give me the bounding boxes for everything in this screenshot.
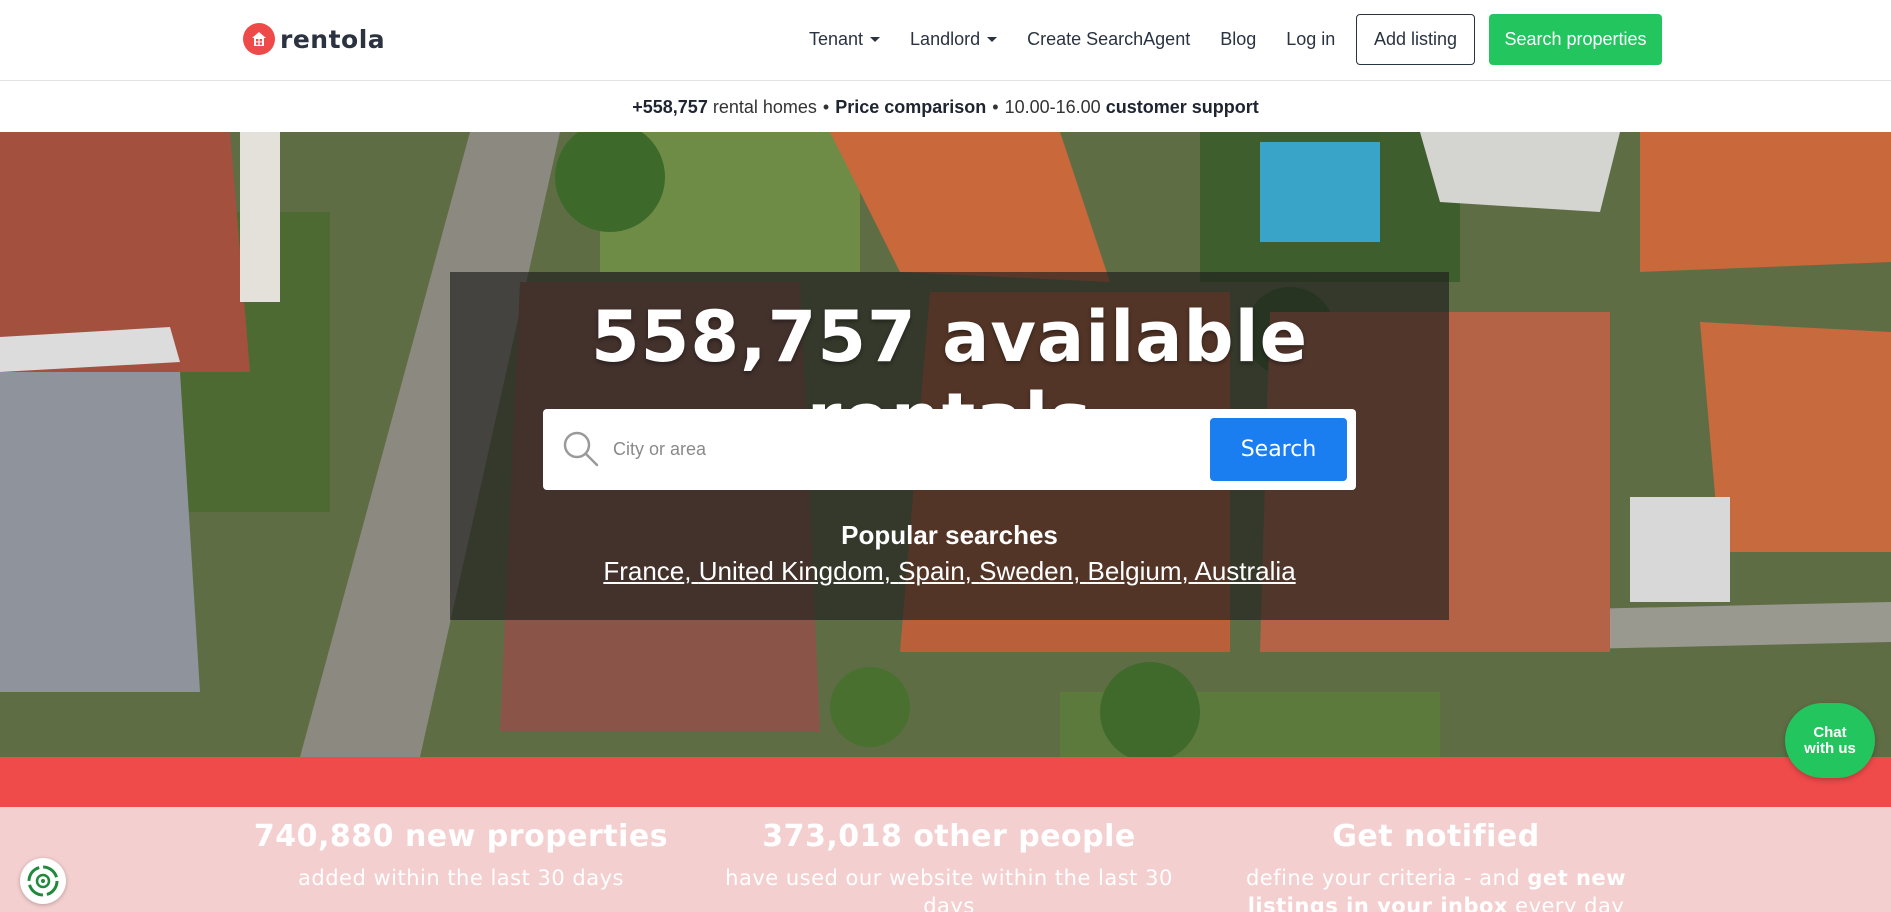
popular-link-spain[interactable]: Spain xyxy=(898,556,965,586)
chat-label-line2: with us xyxy=(1804,739,1856,757)
stat-subtitle-post: every day xyxy=(1507,894,1625,912)
bullet-separator: • xyxy=(822,96,830,117)
popular-link-united-kingdom[interactable]: United Kingdom xyxy=(699,556,884,586)
stat-subtitle: define your criteria - and get new listi… xyxy=(1206,864,1666,912)
popular-link-sweden[interactable]: Sweden xyxy=(979,556,1073,586)
nav-blog-label: Blog xyxy=(1220,29,1257,49)
house-icon xyxy=(243,23,275,55)
popular-link-australia[interactable]: Australia xyxy=(1195,556,1296,586)
popular-searches-links: France, United Kingdom, Spain, Sweden, B… xyxy=(450,556,1449,587)
popular-link-belgium[interactable]: Belgium xyxy=(1088,556,1182,586)
logo-text: rentola xyxy=(280,24,386,54)
popular-link-separator: , xyxy=(684,556,699,586)
rental-count: +558,757 xyxy=(632,96,708,117)
popular-searches-title: Popular searches xyxy=(841,520,1058,550)
city-search-input[interactable] xyxy=(613,427,1193,472)
caret-down-icon xyxy=(987,37,998,42)
nav-log-in[interactable]: Log in xyxy=(1286,29,1335,50)
bullet-separator: • xyxy=(992,96,999,117)
search-properties-button[interactable]: Search properties xyxy=(1489,14,1662,65)
chat-label-line1: Chat xyxy=(1813,723,1847,741)
search-bar: Search xyxy=(543,409,1356,490)
nav-create-searchagent[interactable]: Create SearchAgent xyxy=(1027,29,1190,50)
popular-link-france[interactable]: France xyxy=(603,556,684,586)
stat-title: 373,018 other people xyxy=(762,819,1136,854)
stat-subtitle: have used our website within the last 30… xyxy=(725,866,1173,912)
price-comparison: Price comparison xyxy=(835,96,987,117)
nav-tenant[interactable]: Tenant xyxy=(809,29,881,50)
search-icon xyxy=(563,431,599,467)
site-header: rentola Tenant Landlord Create SearchAge… xyxy=(0,0,1891,81)
popular-link-separator: , xyxy=(964,556,980,586)
stats-section: 740,880 new properties added within the … xyxy=(0,807,1891,912)
rental-count-label: rental homes xyxy=(712,96,817,117)
hero-search-panel: 558,757 available rentals Search Popular… xyxy=(450,272,1449,620)
stat-subtitle: added within the last 30 days xyxy=(298,866,624,890)
add-listing-button[interactable]: Add listing xyxy=(1356,14,1475,65)
stat-get-notified: Get notified define your criteria - and … xyxy=(1206,819,1666,912)
caret-down-icon xyxy=(870,37,881,42)
main-nav: Tenant Landlord Create SearchAgent Blog … xyxy=(809,14,1365,65)
popular-link-separator: , xyxy=(883,556,899,586)
support-hours: 10.00-16.00 xyxy=(1004,96,1101,117)
chat-button[interactable]: Chat with us xyxy=(1785,703,1875,778)
nav-landlord-label: Landlord xyxy=(910,29,981,49)
promo-band xyxy=(0,757,1891,807)
customer-support-label: customer support xyxy=(1105,96,1259,117)
cookie-settings-button[interactable] xyxy=(20,858,66,904)
stat-other-people: 373,018 other people have used our websi… xyxy=(719,819,1179,912)
hero-section: 558,757 available rentals Search Popular… xyxy=(0,132,1891,757)
search-button[interactable]: Search xyxy=(1210,418,1347,481)
cookie-settings-icon xyxy=(27,865,59,897)
nav-landlord[interactable]: Landlord xyxy=(910,29,998,50)
popular-link-separator: , xyxy=(1073,556,1088,586)
nav-create-searchagent-label: Create SearchAgent xyxy=(1027,29,1191,49)
stat-title: Get notified xyxy=(1332,819,1540,854)
stat-title: 740,880 new properties xyxy=(253,819,669,854)
stat-new-properties: 740,880 new properties added within the … xyxy=(231,819,691,892)
nav-tenant-label: Tenant xyxy=(809,29,864,49)
popular-link-separator: , xyxy=(1181,556,1195,586)
nav-blog[interactable]: Blog xyxy=(1220,29,1256,50)
nav-log-in-label: Log in xyxy=(1286,29,1336,49)
logo[interactable]: rentola xyxy=(243,22,385,56)
stat-subtitle-pre: define your criteria - and xyxy=(1245,866,1528,890)
info-bar: +558,757 rental homes • Price comparison… xyxy=(0,82,1891,132)
